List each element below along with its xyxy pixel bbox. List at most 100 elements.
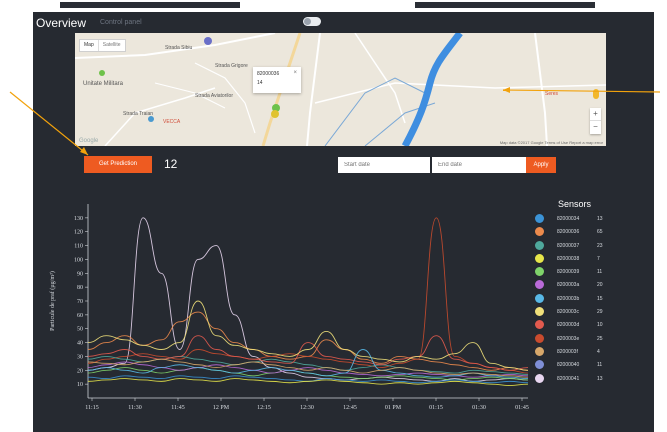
legend-item[interactable]: 8200003c 29 [535,306,635,319]
map-canvas [75,33,606,146]
legend-sensor-id: 82000036 [557,229,580,236]
theme-toggle[interactable] [303,17,321,26]
legend-sensor-id: 8200003c [557,309,579,316]
legend-count: 7 [597,255,600,262]
legend-count: 4 [597,348,600,355]
legend-count: 13 [597,216,603,222]
x-tick-label: 11:45 [171,405,184,411]
legend-item[interactable]: 82000037 23 [535,240,635,253]
legend-sensor-id: 8200003f [557,348,578,355]
legend-count: 25 [597,335,603,342]
x-tick-label: 12:15 [257,405,271,411]
popup-sensor-id: 82000036 [257,71,280,77]
zoom-in-button[interactable]: + [590,108,601,120]
prediction-value: 12 [164,157,178,171]
top-strip [0,0,667,12]
series-line [87,311,529,371]
legend-swatch [535,333,544,343]
y-tick-label: 30 [77,354,83,360]
dust-chart: 10 20 30 40 50 60 70 80 90 100 110 120 130 11:15 11:30… [49,204,529,411]
map-street-label: Strada Sibiu [165,45,193,51]
y-axis-label: Particule de praf (µg/m³) [49,271,56,331]
map-street-label: Strada Aviatorilor [195,93,233,99]
y-tick-label: 70 [77,299,83,305]
legend-item[interactable]: 82000034 13 [535,213,635,226]
legend-item[interactable]: 8200003b 15 [535,293,635,306]
start-date-input[interactable] [338,157,430,173]
legend-sensor-id: 8200003b [557,295,580,302]
legend-count: 15 [597,295,603,302]
legend-count: 65 [597,229,603,236]
legend-item[interactable]: 8200003d 10 [535,319,635,332]
y-tick-label: 100 [74,257,83,263]
zoom-out-button[interactable]: − [590,120,601,133]
x-tick-label: 11:30 [128,405,141,411]
toggle-knob [304,18,311,25]
legend-item[interactable]: 8200003f 4 [535,346,635,359]
x-tick-label: 11:15 [85,405,98,411]
legend-item[interactable]: 8200003e 25 [535,333,635,346]
y-tick-label: 90 [77,271,83,277]
legend-sensor-id: 82000037 [557,242,580,249]
map-tab[interactable]: Map [80,40,98,51]
x-tick-label: 01 PM [385,405,402,411]
map-attribution[interactable]: Map data ©2017 Google Terms of Use Repor… [500,140,603,145]
legend-item[interactable]: 8200003a 20 [535,279,635,292]
y-tick-label: 60 [77,313,83,319]
legend-count: 11 [597,269,603,276]
legend-swatch [535,214,544,223]
close-icon[interactable]: × [293,70,297,76]
legend-item[interactable]: 82000041 13 [535,373,635,386]
satellite-tab[interactable]: Satellite [97,40,125,51]
legend-swatch [535,267,544,277]
sensor-map[interactable]: Map Satellite Unitate Militara VECCA Str… [75,33,606,146]
legend-item[interactable]: 82000039 11 [535,266,635,279]
top-strip-segment [60,2,240,8]
map-place-label: VECCA [163,119,181,125]
x-tick-label: 12 PM [213,405,230,411]
legend-sensor-id: 8200003e [557,335,580,342]
get-prediction-button[interactable]: Get Prediction [84,156,152,173]
map-place-label: Unitate Militara [83,81,124,87]
x-tick-label: 01:30 [472,405,486,411]
popup-value: 14 [257,80,263,86]
legend-item[interactable]: 82000036 65 [535,226,635,239]
map-street-label: Strada Grigore [215,63,248,69]
y-tick-label: 80 [77,285,83,291]
legend-sensor-id: 82000039 [557,269,580,276]
page-title: Overview [36,16,87,30]
legend-swatch [535,280,544,290]
legend-swatch [535,293,544,303]
y-tick-label: 130 [74,216,83,222]
legend-count: 11 [597,362,603,369]
legend-swatch [535,227,544,237]
x-tick-label: 01:45 [515,405,529,411]
pegman-icon[interactable] [593,89,599,99]
legend-title: Sensors [558,199,592,209]
x-tick-label: 12:45 [343,405,357,411]
y-tick-label: 50 [77,327,83,333]
x-tick-label: 01:15 [429,405,443,411]
legend-swatch [535,320,544,330]
legend-swatch [535,346,544,356]
map-town-label: Seres [545,91,559,97]
end-date-input[interactable] [432,157,526,173]
legend-item[interactable]: 82000040 11 [535,359,635,372]
zoom-control: + − [590,108,601,134]
map-type-toggle[interactable]: Map Satellite [79,39,126,52]
apply-button[interactable]: Apply [526,157,556,173]
legend-sensor-id: 82000034 [557,216,580,222]
map-street-label: Strada Traian [123,111,154,117]
legend-count: 20 [597,282,603,289]
x-tick-label: 12:30 [300,405,314,411]
page-subtitle: Control panel [100,19,142,26]
legend-count: 10 [597,322,603,329]
legend-item[interactable]: 82000038 7 [535,253,635,266]
legend-sensor-id: 82000038 [557,255,580,262]
legend-sensor-id: 82000040 [557,362,580,369]
legend-sensor-id: 8200003a [557,282,580,289]
legend-swatch [535,253,544,263]
legend-swatch [535,360,544,370]
y-tick-label: 10 [77,382,83,388]
y-tick-label: 110 [74,244,83,250]
